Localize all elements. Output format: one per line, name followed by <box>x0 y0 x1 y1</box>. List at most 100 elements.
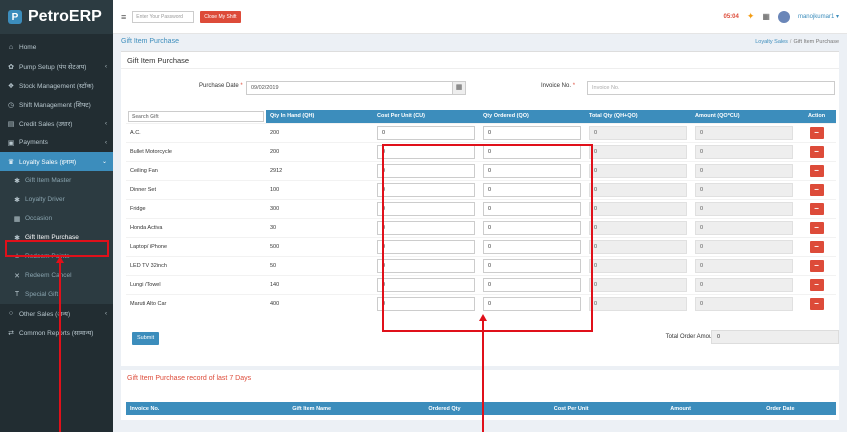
remove-row-button[interactable]: − <box>809 164 824 177</box>
gears-icon: ✿ <box>8 63 14 71</box>
cost-per-unit-input[interactable]: 0 <box>377 239 475 254</box>
chevron-icon: ‹ <box>105 139 107 146</box>
remove-row-button[interactable]: − <box>809 145 824 158</box>
qty-in-hand: 200 <box>266 122 373 142</box>
annotation-arrow-menu <box>59 262 61 432</box>
table-row: Maruti Alto Car 400 0 0 0 0− <box>126 293 836 313</box>
amount-field: 0 <box>695 182 793 197</box>
qty-ordered-input[interactable]: 0 <box>483 201 581 216</box>
sidebar-item-stock[interactable]: ❖ Stock Management (स्टॉक) <box>0 76 113 95</box>
cost-per-unit-input[interactable]: 0 <box>377 277 475 292</box>
top-bar: ≡ Enter Your Password Close My Shift 05:… <box>113 0 847 34</box>
total-qty-field: 0 <box>589 239 687 254</box>
user-menu[interactable]: manojkumar1 ▾ <box>798 13 839 20</box>
sidebar-item-loyalty-sub[interactable]: ✱ Loyalty Driver <box>0 190 113 209</box>
qty-ordered-input[interactable]: 0 <box>483 125 581 140</box>
submit-button[interactable]: Submit <box>132 332 160 345</box>
sidebar-item-gift-sub[interactable]: ✱ Gift Item Purchase <box>0 228 113 247</box>
close-shift-button[interactable]: Close My Shift <box>200 10 241 23</box>
logo-icon: P <box>8 10 22 24</box>
amount-field: 0 <box>695 239 793 254</box>
remove-row-button[interactable]: − <box>809 297 824 310</box>
sidebar-item-home[interactable]: ⌂ Home <box>0 38 113 57</box>
gift-item-name: Fridge <box>126 198 266 218</box>
sidebar-item-special-sub[interactable]: T Special Gift <box>0 285 113 304</box>
cost-per-unit-input[interactable]: 0 <box>377 296 475 311</box>
sidebar-item-common[interactable]: ⇄ Common Reports (सामान्य) <box>0 323 113 342</box>
sidebar-item-label: Stock Management (स्टॉक) <box>19 83 94 90</box>
form-row: Purchase Date * 09/02/2019 ▦ Invoice No.… <box>121 81 839 95</box>
qty-ordered-input[interactable]: 0 <box>483 258 581 273</box>
sidebar-item-shift[interactable]: ◷ Shift Management (शिफ्ट) <box>0 95 113 114</box>
gift-item-name: A.C. <box>126 122 266 142</box>
search-gift-input[interactable]: Search Gift <box>128 110 264 122</box>
chevron-icon: ‹ <box>105 310 107 317</box>
amount-field: 0 <box>695 201 793 216</box>
sidebar-item-gift-sub[interactable]: ✱ Gift Item Master <box>0 171 113 190</box>
cost-per-unit-input[interactable]: 0 <box>377 125 475 140</box>
sidebar-item-other[interactable]: ○ Other Sales (अन्य) ‹ <box>0 304 113 323</box>
qty-ordered-input[interactable]: 0 <box>483 220 581 235</box>
cost-per-unit-input[interactable]: 0 <box>377 201 475 216</box>
sidebar-menu: ⌂ Home ✿ Pump Setup (पंप सेटअप) ‹ ❖ Stock Mana… <box>0 34 113 342</box>
cost-per-unit-input[interactable]: 0 <box>377 163 475 178</box>
sidebar-item-label: Loyalty Driver <box>25 196 65 203</box>
content: Gift Item Purchase Loyalty Sales / Gift It… <box>113 34 847 432</box>
gift-item-name: Honda Activa <box>126 217 266 237</box>
password-input[interactable]: Enter Your Password <box>132 10 195 23</box>
total-qty-field: 0 <box>589 163 687 178</box>
cost-per-unit-input[interactable]: 0 <box>377 182 475 197</box>
sidebar-item-label: Shift Management (शिफ्ट) <box>19 102 91 109</box>
sidebar-item-label: Home <box>19 44 37 51</box>
table-row: Ceiling Fan 2912 0 0 0 0− <box>126 160 836 180</box>
remove-row-button[interactable]: − <box>809 278 824 291</box>
remove-row-button[interactable]: − <box>809 221 824 234</box>
avatar[interactable] <box>777 10 790 23</box>
qty-in-hand: 100 <box>266 179 373 199</box>
breadcrumb-current: Gift Item Purchase <box>793 38 839 45</box>
qty-ordered-input[interactable]: 0 <box>483 296 581 311</box>
remove-row-button[interactable]: − <box>809 259 824 272</box>
sidebar-item-credit[interactable]: ▤ Credit Sales (उधार) ‹ <box>0 114 113 133</box>
page-title: Gift Item Purchase <box>121 38 179 45</box>
table-row: Bullet Motorcycle 200 0 0 0 0− <box>126 141 836 161</box>
sidebar-item-loyalty[interactable]: ♛ Loyalty Sales (इनाम) ⌄ <box>0 152 113 171</box>
total-qty-field: 0 <box>589 182 687 197</box>
purchase-date-input[interactable]: 09/02/2019 <box>246 81 466 95</box>
qty-ordered-input[interactable]: 0 <box>483 163 581 178</box>
cancel-icon: ✕ <box>14 272 20 280</box>
qty-ordered-input[interactable]: 0 <box>483 182 581 197</box>
sidebar-item-pump[interactable]: ✿ Pump Setup (पंप सेटअप) ‹ <box>0 57 113 76</box>
breadcrumb-link-loyalty[interactable]: Loyalty Sales <box>755 39 788 45</box>
amount-field: 0 <box>695 258 793 273</box>
col-total-qty: Total Qty (QH+QO) <box>585 110 691 123</box>
calendar-icon[interactable]: ▦ <box>452 81 466 95</box>
remove-row-button[interactable]: − <box>809 240 824 253</box>
card-icon: ▤ <box>7 120 15 128</box>
records-col-amount: Amount <box>636 402 725 415</box>
records-col-gift-name: Gift Item Name <box>240 402 384 415</box>
gift-item-name: Bullet Motorcycle <box>126 141 266 161</box>
annotation-arrowhead-menu <box>56 256 64 263</box>
remove-row-button[interactable]: − <box>809 202 824 215</box>
qty-ordered-input[interactable]: 0 <box>483 144 581 159</box>
sidebar-item-label: Credit Sales (उधार) <box>19 121 73 128</box>
remove-row-button[interactable]: − <box>809 183 824 196</box>
cost-per-unit-input[interactable]: 0 <box>377 220 475 235</box>
qty-ordered-input[interactable]: 0 <box>483 239 581 254</box>
invoice-input[interactable]: Invoice No. <box>587 81 835 95</box>
menu-toggle-icon[interactable]: ≡ <box>121 12 126 22</box>
cost-per-unit-input[interactable]: 0 <box>377 144 475 159</box>
notification-icon[interactable]: ✦ <box>747 11 755 22</box>
redeem-icon: ± <box>15 253 19 260</box>
payments-icon: ▣ <box>7 139 15 147</box>
sidebar-item-occasion-sub[interactable]: ▦ Occasion <box>0 209 113 228</box>
sidebar-item-payments[interactable]: ▣ Payments ‹ <box>0 133 113 152</box>
amount-field: 0 <box>695 296 793 311</box>
qty-ordered-input[interactable]: 0 <box>483 277 581 292</box>
logo[interactable]: P PetroERP <box>0 0 113 34</box>
sidebar-item-redeem-sub[interactable]: ✕ Redeem Cancel <box>0 266 113 285</box>
apps-grid-icon[interactable]: ▦ <box>762 12 770 21</box>
remove-row-button[interactable]: − <box>809 126 824 139</box>
cost-per-unit-input[interactable]: 0 <box>377 258 475 273</box>
